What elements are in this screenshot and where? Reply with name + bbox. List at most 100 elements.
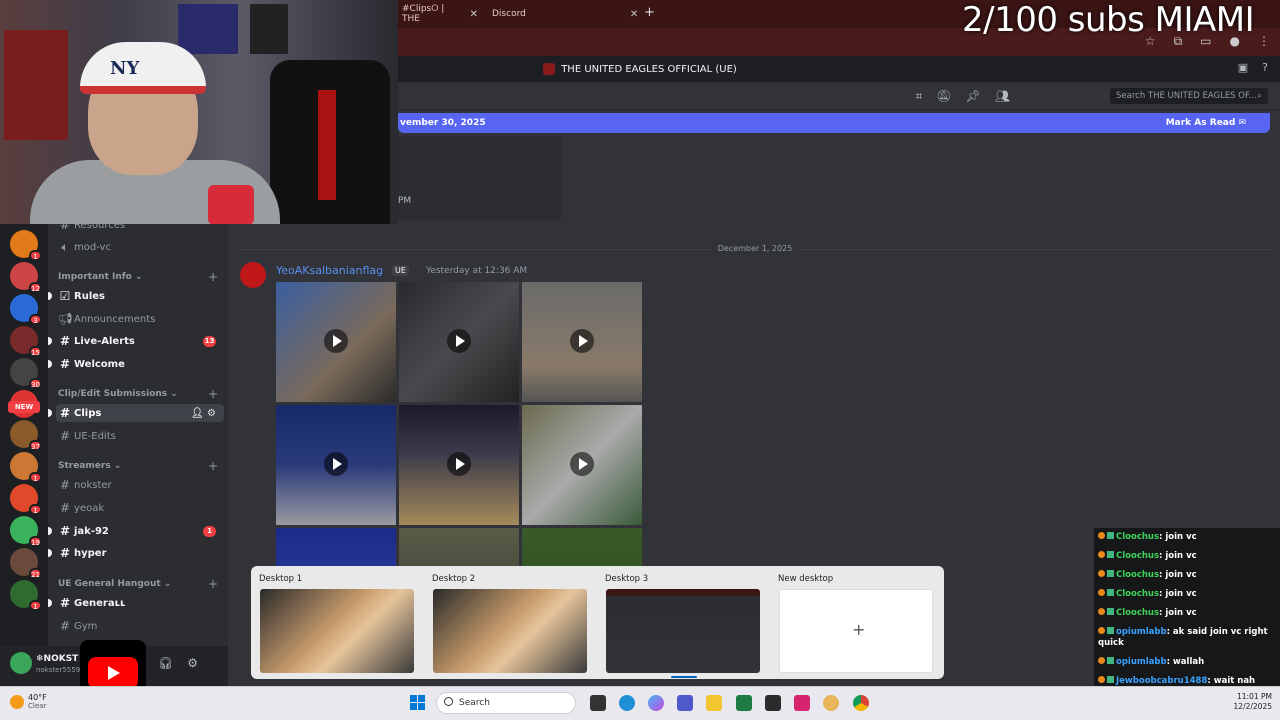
announcement-icon: 📢︎ — [57, 312, 73, 326]
chat-username: Cloochus — [1116, 608, 1160, 618]
chrome-icon[interactable] — [853, 695, 869, 711]
excel-icon[interactable] — [736, 695, 752, 711]
edge-icon[interactable] — [619, 695, 635, 711]
server-icon[interactable]: 21 — [10, 548, 42, 579]
server-icon[interactable]: 37 — [10, 420, 42, 451]
task-view-icon[interactable] — [590, 695, 606, 711]
channel-jak-92[interactable]: # jak-92 1 — [48, 522, 224, 540]
channel-live-alerts[interactable]: # Live-Alerts 13 — [48, 332, 224, 350]
gear-icon[interactable]: ⚙︎ — [207, 408, 216, 419]
category-ue-general-hangout[interactable]: UE General Hangout ⌄ + — [58, 577, 218, 591]
channel-ue-edits[interactable]: # UE-Edits — [56, 427, 224, 445]
play-icon[interactable] — [447, 329, 471, 353]
teams-icon[interactable] — [677, 695, 693, 711]
play-icon[interactable] — [447, 452, 471, 476]
video-attachment[interactable] — [522, 405, 642, 525]
tiktok-icon[interactable] — [794, 695, 810, 711]
file-explorer-icon[interactable] — [706, 695, 722, 711]
new-messages-bar[interactable]: vember 30, 2025 Mark As Read ✉︎ — [398, 113, 1270, 133]
channel-welcome[interactable]: # Welcome — [48, 355, 224, 373]
server-icon[interactable]: 12 — [10, 262, 42, 293]
desktop-1[interactable]: Desktop 1 — [251, 566, 421, 679]
badge-icon — [1098, 676, 1105, 683]
new-desktop-button[interactable]: New desktop + — [770, 566, 940, 679]
channel-hyper[interactable]: # hyper — [48, 544, 224, 562]
server-icon[interactable]: 3 — [10, 294, 42, 325]
channel-general[interactable]: # Generaʟʟ — [48, 594, 224, 612]
category-important-info[interactable]: Important Info ⌄ + — [58, 270, 218, 284]
mention-badge: 1 — [29, 600, 42, 611]
headphones-icon[interactable]: 🎧︎ — [158, 656, 173, 670]
notifications-muted-icon[interactable]: 🔕︎ — [936, 89, 951, 104]
add-channel-icon[interactable]: + — [208, 459, 218, 473]
invite-icon[interactable]: 👤︎ — [191, 408, 204, 419]
server-icon[interactable]: 1 — [10, 484, 42, 515]
threads-icon[interactable]: ⌗ — [916, 89, 923, 104]
gear-icon[interactable]: ⚙︎ — [187, 656, 198, 670]
add-channel-icon[interactable]: + — [208, 577, 218, 591]
desktop-label: New desktop — [778, 574, 834, 584]
store-icon[interactable] — [765, 695, 781, 711]
pin-icon[interactable]: 📌︎ — [966, 89, 981, 104]
play-icon[interactable] — [324, 329, 348, 353]
channel-resources[interactable]: # Resources — [56, 216, 224, 234]
server-icon[interactable]: 15 — [10, 326, 42, 357]
inbox-icon[interactable]: ▣ — [1238, 61, 1248, 74]
chat-username: Cloochus — [1116, 589, 1160, 599]
copilot-icon[interactable] — [648, 695, 664, 711]
video-attachment[interactable] — [522, 282, 642, 402]
browser-tab-clips[interactable]: #Clips⭘ | THE ✕ — [402, 4, 478, 24]
new-tab-button[interactable]: + — [644, 5, 655, 20]
video-attachment[interactable] — [399, 405, 519, 525]
server-icon[interactable]: 1 — [10, 230, 42, 261]
mention-badge: 12 — [29, 282, 42, 293]
menu-icon[interactable]: ⋮ — [1258, 34, 1270, 49]
close-icon[interactable]: ✕ — [630, 9, 638, 20]
search-input[interactable]: Search THE UNITED EAGLES OF... ⌕ — [1110, 88, 1268, 104]
mention-badge: 1 — [203, 525, 216, 537]
category-clip-edit-submissions[interactable]: Clip/Edit Submissions ⌄ + — [58, 387, 218, 401]
weather-widget[interactable]: 40°F Clear — [10, 693, 47, 710]
channel-rules[interactable]: ☑ Rules — [48, 287, 224, 305]
close-icon[interactable]: ✕ — [470, 9, 478, 20]
desktop-thumbnail — [260, 589, 414, 673]
taskbar-clock[interactable]: 11:01 PM 12/2/2025 — [1228, 692, 1272, 712]
channel-mod-vc[interactable]: 🔈︎ mod-vc — [56, 238, 224, 256]
help-icon[interactable]: ? — [1262, 61, 1268, 74]
desktop-2[interactable]: Desktop 2 — [424, 566, 594, 679]
server-icon[interactable]: 19 — [10, 516, 42, 547]
taskbar-search-input[interactable]: Search — [436, 692, 576, 714]
members-icon[interactable]: 👥︎ — [995, 89, 1010, 104]
screen: #Clips⭘ | THE ✕ Discord ✕ + ☆ ⧉ ▭ ● ⋮ TH… — [0, 0, 1280, 720]
server-icon[interactable]: 1 — [10, 580, 42, 611]
text-channel-icon: # — [59, 429, 71, 443]
category-streamers[interactable]: Streamers ⌄ + — [58, 459, 218, 473]
avatar[interactable] — [240, 262, 266, 288]
mark-as-read-button[interactable]: Mark As Read ✉︎ — [1166, 118, 1246, 128]
browser-tab-discord[interactable]: Discord ✕ — [488, 5, 638, 23]
desktop-3[interactable]: Desktop 3 — [597, 566, 767, 679]
play-icon[interactable] — [324, 452, 348, 476]
server-icon[interactable]: 1 — [10, 452, 42, 483]
message-author[interactable]: YeoAKsalbanianflag — [276, 264, 383, 277]
video-attachment[interactable] — [276, 282, 396, 402]
badge-icon — [1107, 551, 1114, 558]
play-icon[interactable] — [570, 329, 594, 353]
channel-nokster[interactable]: # nokster — [56, 476, 224, 494]
video-attachment[interactable] — [276, 405, 396, 525]
chat-text: : join vc — [1159, 532, 1197, 542]
avatar[interactable] — [10, 652, 32, 674]
video-attachment[interactable] — [399, 282, 519, 402]
add-channel-icon[interactable]: + — [208, 270, 218, 284]
windows-start-icon[interactable] — [410, 695, 426, 711]
play-icon[interactable] — [570, 452, 594, 476]
add-channel-icon[interactable]: + — [208, 387, 218, 401]
app-icon[interactable] — [823, 695, 839, 711]
channel-announcements[interactable]: 📢︎ Announcements — [56, 310, 224, 328]
channel-yeoak[interactable]: # yeoak — [56, 499, 224, 517]
channel-gym[interactable]: # Gym — [56, 617, 224, 635]
server-icon[interactable]: 30 — [10, 358, 42, 389]
mention-badge: 30 — [29, 378, 42, 389]
webcam-poster — [250, 4, 288, 54]
channel-clips[interactable]: # Clips 👤︎ ⚙︎ — [48, 404, 224, 422]
